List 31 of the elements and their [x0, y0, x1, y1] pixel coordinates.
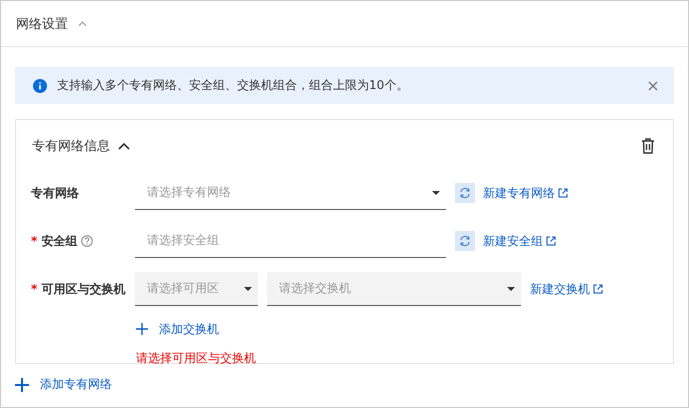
caret-icon: [244, 286, 252, 290]
create-link[interactable]: 新建安全组: [483, 232, 556, 250]
info-icon: [33, 78, 47, 92]
card-title: 专有网络信息: [32, 138, 110, 155]
create-link[interactable]: 新建专有网络: [483, 184, 568, 202]
plus-icon: [15, 378, 29, 392]
plus-icon: [136, 323, 148, 335]
field-label: 可用区与交换机: [41, 280, 126, 298]
close-icon[interactable]: [648, 80, 658, 90]
required-mark: *: [31, 282, 38, 296]
section-title: 网络设置: [16, 16, 68, 32]
caret-icon: [507, 286, 515, 290]
refresh-button[interactable]: [455, 231, 475, 251]
help-icon[interactable]: [81, 235, 94, 247]
refresh-icon: [459, 235, 471, 247]
delete-icon[interactable]: [641, 138, 655, 154]
external-link-icon: [593, 284, 603, 294]
external-link-icon: [546, 236, 556, 246]
refresh-icon: [459, 187, 471, 199]
alert-text: 支持输入多个专有网络、安全组、交换机组合，组合上限为10个。: [57, 77, 410, 94]
caret-icon: [432, 190, 440, 194]
required-mark: *: [31, 234, 38, 248]
add-switch-button[interactable]: 添加交换机: [136, 320, 219, 338]
chevron-icon[interactable]: [118, 142, 130, 150]
add-vpc-button[interactable]: 添加专有网络: [15, 376, 112, 393]
create-link[interactable]: 新建交换机: [530, 280, 603, 298]
refresh-button[interactable]: [455, 183, 475, 203]
error-message: 请选择可用区与交换机: [135, 350, 257, 367]
field-label: 安全组: [41, 232, 78, 250]
field-label: 专有网络: [31, 184, 79, 202]
external-link-icon: [558, 188, 568, 198]
